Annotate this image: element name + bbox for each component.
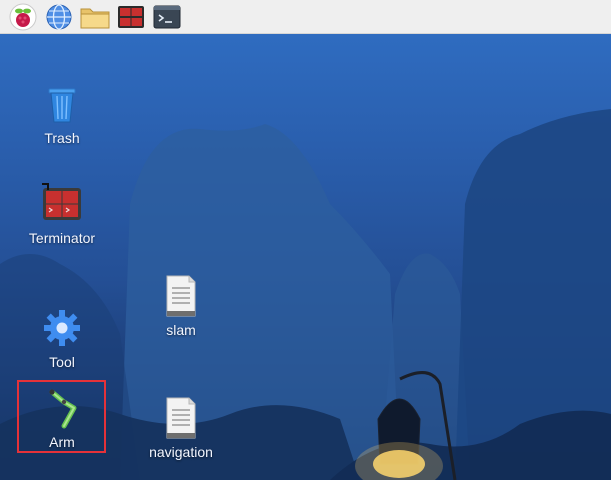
raspberry-menu-button[interactable] (8, 2, 38, 32)
terminal-launcher-button[interactable] (152, 2, 182, 32)
web-browser-button[interactable] (44, 2, 74, 32)
desktop-icon-label: Tool (49, 354, 75, 370)
gear-icon (40, 306, 84, 350)
desktop-icon-navigation[interactable]: navigation (141, 396, 221, 460)
folder-icon (80, 8, 110, 28)
terminal-icon (153, 5, 181, 28)
desktop-icon-arm[interactable]: Arm (22, 386, 102, 450)
robot-arm-icon (40, 386, 84, 430)
desktop-icon-label: Arm (49, 434, 75, 450)
raspberry-icon (9, 3, 37, 30)
globe-icon (46, 3, 72, 30)
desktop[interactable]: Trash Terminator Tool Arm slam navigatio… (0, 34, 611, 480)
desktop-icon-terminator[interactable]: Terminator (22, 182, 102, 246)
file-manager-button[interactable] (80, 2, 110, 32)
desktop-icon-label: Trash (44, 130, 80, 146)
terminator-launcher-button[interactable] (116, 2, 146, 32)
desktop-icon-label: slam (166, 322, 196, 338)
desktop-icon-label: navigation (149, 444, 213, 460)
text-file-icon (159, 396, 203, 440)
trash-icon (40, 82, 84, 126)
text-file-icon (159, 274, 203, 318)
desktop-icon-trash[interactable]: Trash (22, 82, 102, 146)
taskbar (0, 0, 611, 34)
desktop-icon-slam[interactable]: slam (141, 274, 221, 338)
desktop-icon-tool[interactable]: Tool (22, 306, 102, 370)
terminator-icon (40, 182, 84, 226)
terminator-icon (118, 5, 144, 28)
desktop-icon-label: Terminator (28, 230, 96, 246)
